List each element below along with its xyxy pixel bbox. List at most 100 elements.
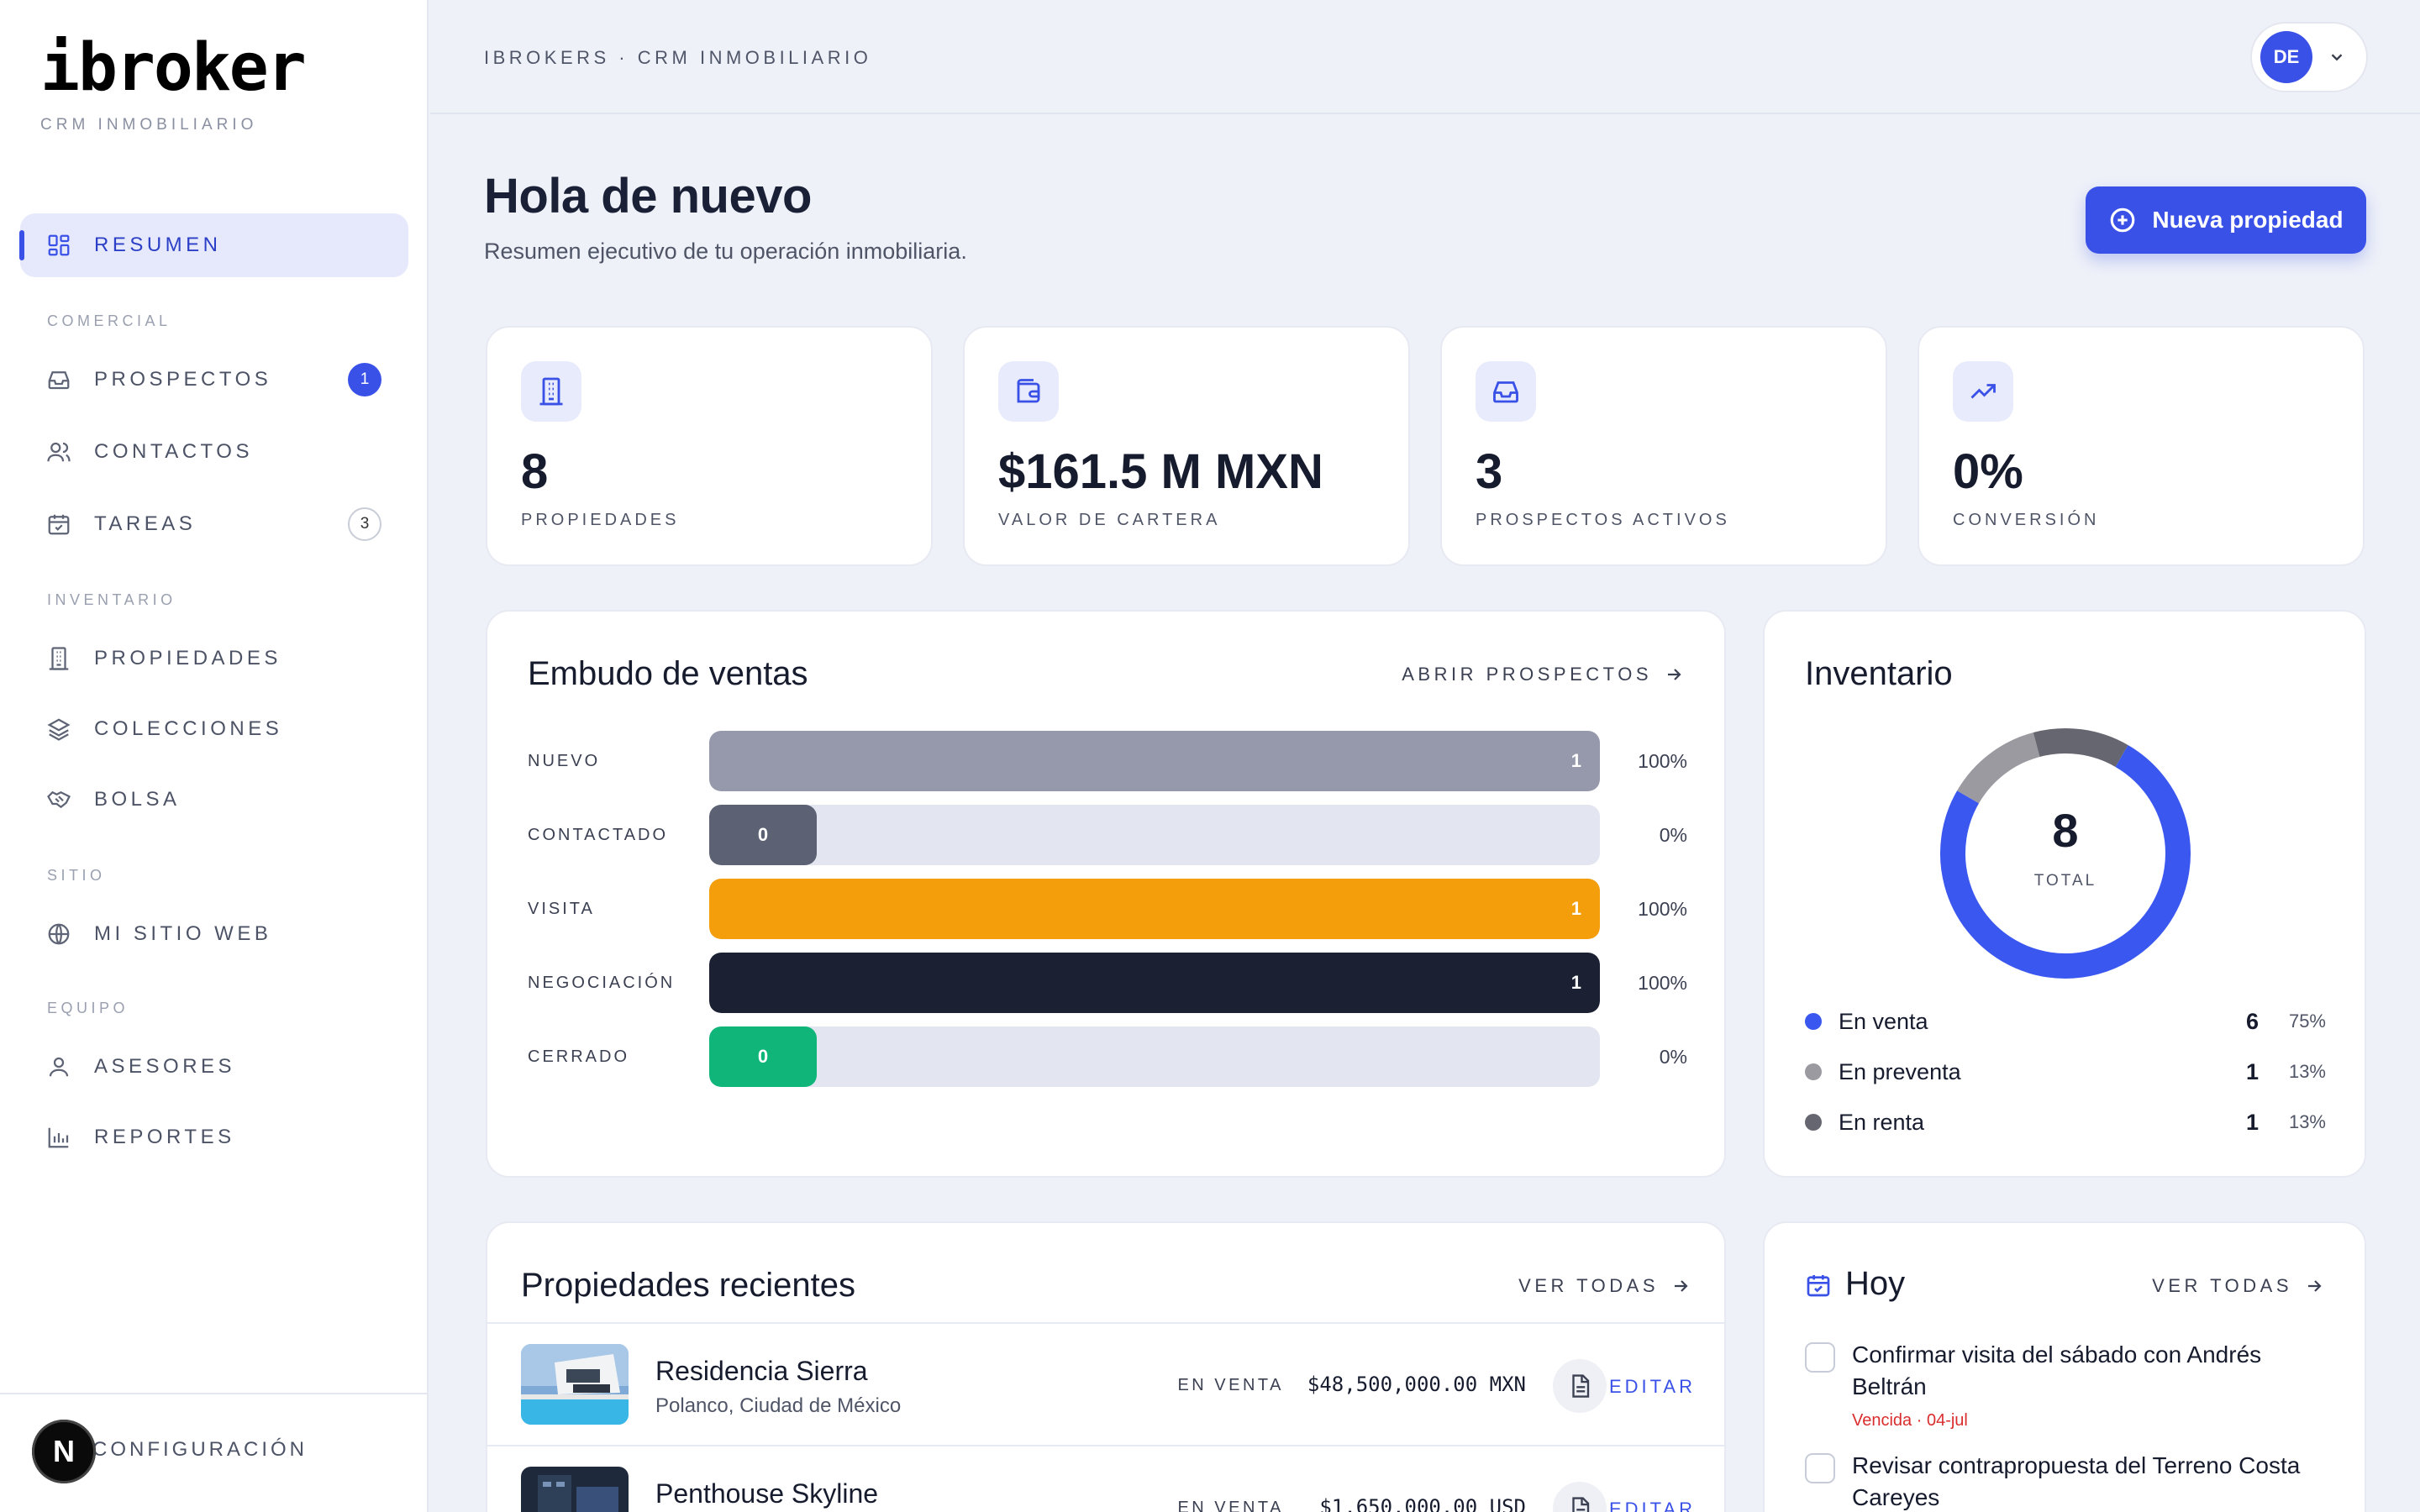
legend-dot: [1805, 1063, 1822, 1080]
stat-value: $161.5 M MXN: [998, 444, 1323, 499]
funnel-stage-row: VISITA 1 100%: [528, 879, 1687, 939]
funnel-bar-track: 0: [709, 1026, 1600, 1087]
sidebar-item-prospectos[interactable]: PROSPECTOS 1: [20, 348, 408, 412]
sidebar-item-configuracion[interactable]: CONFIGURACIÓN: [92, 1438, 308, 1462]
property-price: $1,650,000.00 USD: [1319, 1495, 1526, 1512]
arrow-right-icon: [2308, 1280, 2322, 1292]
view-all-label: VER TODAS: [1518, 1275, 1659, 1296]
funnel-bar-track: 0: [709, 805, 1600, 865]
today-title: Hoy: [1845, 1265, 1906, 1302]
funnel-stage-pct: 100%: [1638, 749, 1687, 772]
stat-value: 3: [1476, 444, 1503, 499]
funnel-bar: 1: [709, 953, 1600, 1013]
funnel-bar-track: 1: [709, 953, 1600, 1013]
stat-label: PROSPECTOS ACTIVOS: [1476, 511, 1730, 529]
page-title: Hola de nuevo: [484, 169, 812, 223]
funnel-stage-label: NEGOCIACIÓN: [528, 973, 676, 992]
section-label-comercial: COMERCIAL: [47, 312, 171, 329]
property-status: EN VENTA: [1177, 1499, 1284, 1512]
funnel-stage-row: CONTACTADO 0 0%: [528, 805, 1687, 865]
section-label-sitio: SITIO: [47, 867, 106, 884]
dashboard-icon: [45, 232, 72, 259]
task-checkbox[interactable]: [1805, 1453, 1835, 1483]
view-all-properties-link[interactable]: VER TODAS: [1518, 1275, 1691, 1297]
inventory-card: Inventario 8 TOTAL En venta 6 75% En pre…: [1763, 610, 2366, 1178]
property-thumbnail: [521, 1467, 629, 1512]
funnel-bar: 0: [709, 805, 817, 865]
funnel-stage-label: CERRADO: [528, 1047, 630, 1066]
inbox-icon: [1476, 361, 1536, 422]
task-text: Revisar contrapropuesta del Terreno Cost…: [1852, 1452, 2301, 1510]
arrow-right-icon: [1675, 1280, 1688, 1292]
funnel-title: Embudo de ventas: [528, 655, 808, 692]
task-due-date: Vencida · 04-jul: [1852, 1411, 1968, 1430]
document-icon[interactable]: [1553, 1359, 1607, 1413]
building-icon: [45, 645, 72, 672]
legend-pct: 75%: [2288, 1011, 2326, 1032]
inbox-icon: [45, 366, 72, 393]
edit-property-button[interactable]: EDITAR: [1609, 1376, 1696, 1398]
stat-card-valor-cartera: $161.5 M MXN VALOR DE CARTERA: [963, 326, 1410, 566]
property-row[interactable]: Residencia Sierra Polanco, Ciudad de Méx…: [487, 1322, 1724, 1445]
funnel-stage-row: NEGOCIACIÓN 1 100%: [528, 953, 1687, 1013]
recent-properties-card: Propiedades recientes VER TODAS Residenc…: [486, 1221, 1726, 1512]
sidebar-item-label: ASESORES: [94, 1055, 236, 1078]
funnel-stage-pct: 0%: [1659, 1045, 1687, 1068]
sidebar-item-label: REPORTES: [94, 1126, 235, 1148]
sidebar-item-resumen[interactable]: RESUMEN: [19, 213, 408, 277]
sidebar-item-propiedades[interactable]: PROPIEDADES: [20, 627, 408, 690]
sidebar-item-asesores[interactable]: ASESORES: [20, 1035, 408, 1099]
view-all-tasks-link[interactable]: VER TODAS: [2152, 1275, 2324, 1297]
open-prospects-link[interactable]: ABRIR PROSPECTOS: [1402, 664, 1684, 685]
brand-logo[interactable]: ibroker: [40, 35, 307, 101]
chevron-down-icon: [2328, 48, 2346, 66]
edit-property-button[interactable]: EDITAR: [1609, 1499, 1696, 1512]
legend-pct: 13%: [2288, 1061, 2326, 1082]
document-icon[interactable]: [1553, 1482, 1607, 1512]
inventory-total: 8: [2052, 804, 2079, 857]
new-property-button[interactable]: Nueva propiedad: [2086, 186, 2366, 254]
stat-label: CONVERSIÓN: [1953, 511, 2100, 529]
legend-item: En venta 6 75%: [1805, 1005, 2326, 1038]
property-thumbnail: [521, 1344, 629, 1425]
sidebar-item-label: PROSPECTOS: [94, 368, 272, 391]
sidebar-item-tareas[interactable]: TAREAS 3: [20, 492, 408, 556]
sidebar-item-label: TAREAS: [94, 512, 197, 535]
funnel-stage-row: CERRADO 0 0%: [528, 1026, 1687, 1087]
property-name: Penthouse Skyline: [655, 1478, 879, 1509]
funnel-stage-pct: 0%: [1659, 823, 1687, 846]
task-checkbox[interactable]: [1805, 1342, 1835, 1373]
sidebar-item-mi-sitio-web[interactable]: MI SITIO WEB: [20, 902, 408, 966]
nextjs-dev-badge[interactable]: N: [32, 1420, 96, 1483]
handshake-icon: [45, 786, 72, 813]
legend-name: En preventa: [1839, 1058, 1961, 1084]
funnel-bar-track: 1: [709, 879, 1600, 939]
new-property-label: Nueva propiedad: [2152, 207, 2344, 233]
sidebar-item-reportes[interactable]: REPORTES: [20, 1105, 408, 1169]
sidebar-item-contactos[interactable]: CONTACTOS: [20, 420, 408, 484]
stat-value: 0%: [1953, 444, 2023, 499]
section-label-inventario: INVENTARIO: [47, 591, 176, 608]
property-row[interactable]: Penthouse Skyline EN VENTA $1,650,000.00…: [487, 1445, 1724, 1512]
sidebar-item-colecciones[interactable]: COLECCIONES: [20, 697, 408, 761]
stat-card-prospectos: 3 PROSPECTOS ACTIVOS: [1440, 326, 1887, 566]
sidebar-item-label: MI SITIO WEB: [94, 922, 272, 945]
calendar-icon: [1805, 1272, 1832, 1299]
sidebar-item-label: COLECCIONES: [94, 717, 283, 740]
plus-circle-icon: [2111, 207, 2135, 233]
view-all-label: VER TODAS: [2152, 1275, 2292, 1296]
legend-name: En venta: [1839, 1008, 1928, 1034]
sidebar-item-bolsa[interactable]: BOLSA: [20, 768, 408, 832]
sidebar-divider: [0, 1393, 429, 1394]
legend-count: 6: [2245, 1008, 2259, 1034]
open-prospects-label: ABRIR PROSPECTOS: [1402, 664, 1652, 685]
inventory-total-label: TOTAL: [2033, 872, 2097, 890]
funnel-stage-row: NUEVO 1 100%: [528, 731, 1687, 791]
user-menu-button[interactable]: DE: [2250, 22, 2368, 92]
arrow-right-icon: [1668, 669, 1681, 680]
legend-dot: [1805, 1013, 1822, 1030]
inventory-title: Inventario: [1805, 655, 1953, 692]
legend-item: En renta 1 13%: [1805, 1105, 2326, 1139]
sidebar-item-label: BOLSA: [94, 788, 181, 811]
layers-icon: [45, 716, 72, 743]
